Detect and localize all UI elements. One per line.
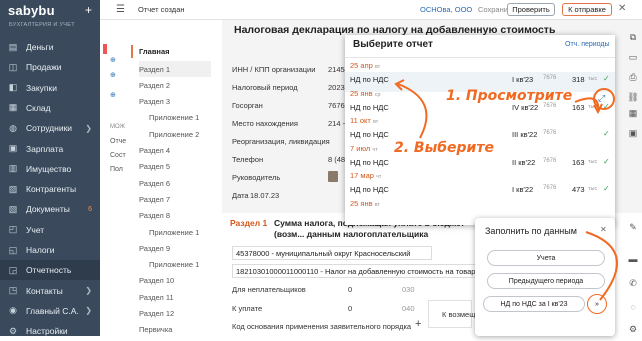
annotation-arrows [394,79,618,301]
arrow-2-path [397,83,428,139]
annotation-step-2: 2. Выберите [394,140,494,156]
preview-icon[interactable]: ⤢ [598,93,605,104]
annotation-step-1: 1. Просмотрите [446,88,573,104]
arrow-3-path [585,231,618,301]
